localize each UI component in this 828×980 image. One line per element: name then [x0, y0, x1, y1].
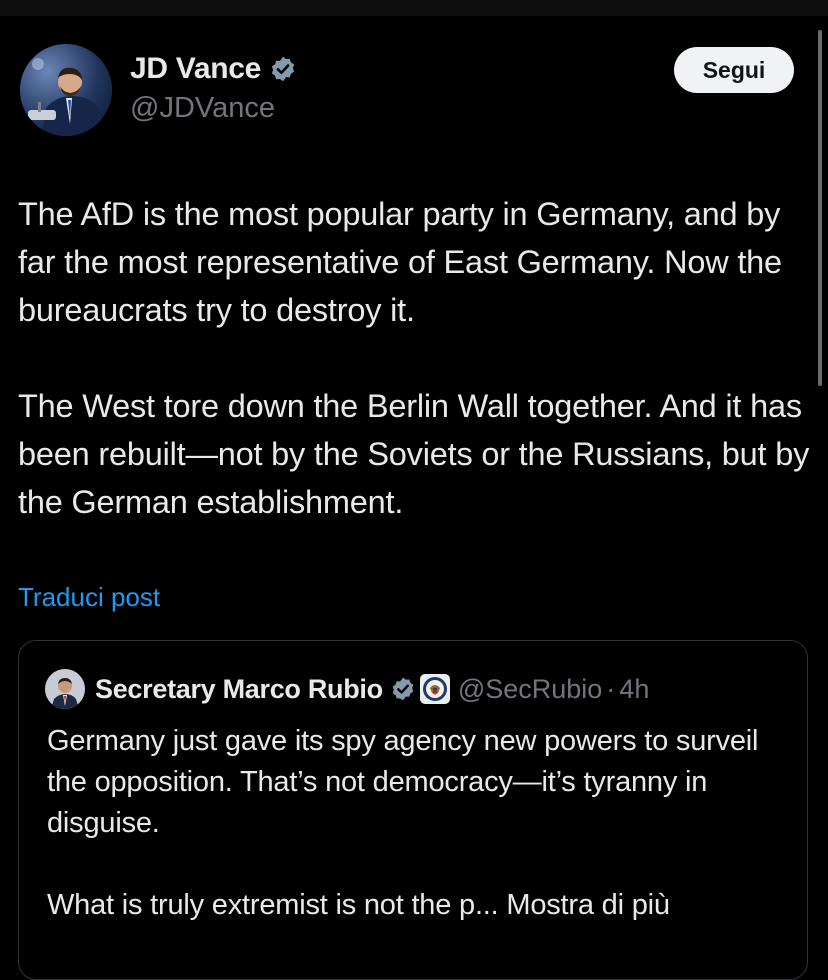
show-more-link[interactable]: Mostra di più — [506, 889, 670, 921]
post-header: JD Vance @JDVance Segui — [20, 44, 810, 136]
post-text: The AfD is the most popular party in Ger… — [18, 196, 810, 520]
author-info: JD Vance @JDVance — [130, 50, 297, 125]
state-department-seal-icon[interactable] — [419, 674, 450, 704]
follow-button[interactable]: Segui — [674, 47, 794, 93]
quoted-post-text: Germany just gave its spy agency new pow… — [47, 721, 797, 926]
author-display-name[interactable]: JD Vance — [130, 52, 261, 86]
quoted-author-avatar[interactable] — [45, 669, 85, 709]
quoted-post-header: Secretary Marco Rubio @SecRubio · 4h — [45, 669, 649, 709]
quoted-post-card[interactable]: Secretary Marco Rubio @SecRubio · 4h Ger… — [18, 640, 808, 980]
quoted-author-handle[interactable]: @SecRubio — [458, 674, 602, 705]
status-bar-strip — [0, 0, 828, 16]
scrollbar[interactable] — [818, 30, 822, 386]
translate-post-link[interactable]: Traduci post — [18, 582, 160, 613]
quoted-post-time[interactable]: 4h — [619, 674, 649, 705]
verified-badge-icon[interactable] — [390, 676, 416, 702]
author-name-row: JD Vance — [130, 50, 297, 88]
verified-badge-icon[interactable] — [269, 55, 297, 83]
quoted-author-display-name[interactable]: Secretary Marco Rubio — [95, 674, 383, 705]
author-avatar[interactable] — [20, 44, 112, 136]
time-separator: · — [606, 673, 616, 704]
author-handle[interactable]: @JDVance — [130, 92, 297, 125]
